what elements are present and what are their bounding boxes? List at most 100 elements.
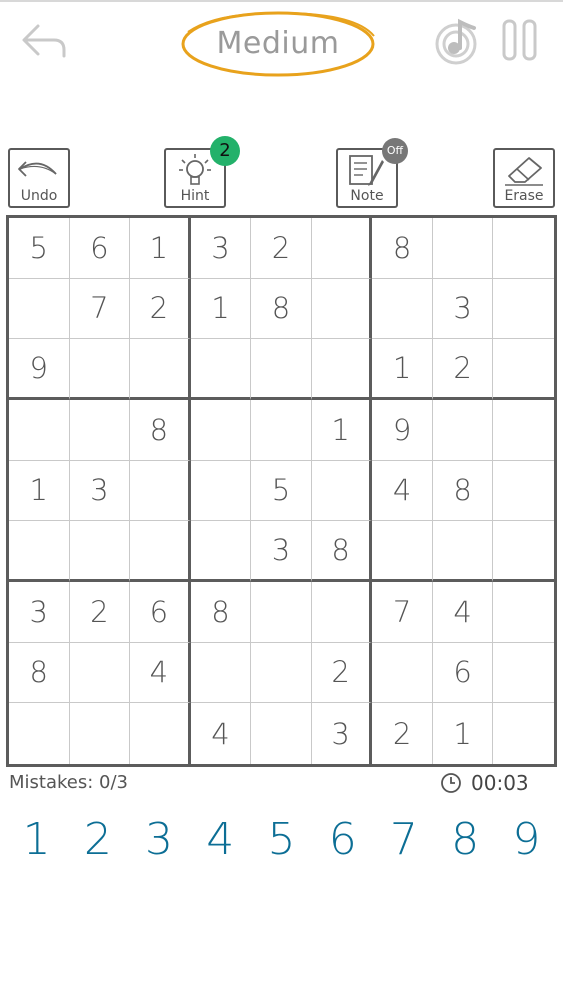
- numpad-key-5[interactable]: 5: [251, 810, 312, 870]
- sudoku-cell[interactable]: [251, 582, 312, 643]
- sudoku-cell[interactable]: 9: [9, 339, 70, 400]
- sudoku-cell[interactable]: 4: [130, 642, 191, 704]
- sudoku-cell[interactable]: 3: [251, 521, 312, 582]
- sudoku-cell[interactable]: 6: [69, 218, 131, 279]
- numpad-key-7[interactable]: 7: [373, 810, 434, 870]
- music-button[interactable]: [434, 16, 482, 66]
- sudoku-cell[interactable]: 2: [69, 582, 131, 643]
- sudoku-cell[interactable]: [311, 278, 373, 340]
- sudoku-cell[interactable]: 8: [311, 521, 373, 582]
- sudoku-cell[interactable]: 8: [432, 460, 494, 522]
- back-button[interactable]: [18, 20, 70, 62]
- sudoku-cell[interactable]: 2: [372, 703, 433, 764]
- sudoku-cell[interactable]: 3: [190, 218, 252, 279]
- sudoku-cell[interactable]: 6: [130, 582, 191, 643]
- note-state-badge: Off: [382, 138, 408, 164]
- numpad-key-6[interactable]: 6: [312, 810, 373, 870]
- sudoku-cell[interactable]: 8: [9, 642, 70, 704]
- sudoku-cell[interactable]: [493, 339, 554, 400]
- sudoku-cell[interactable]: 4: [432, 582, 494, 643]
- sudoku-cell[interactable]: [311, 582, 373, 643]
- sudoku-cell[interactable]: [493, 400, 554, 461]
- sudoku-cell[interactable]: [251, 339, 312, 400]
- sudoku-cell[interactable]: [130, 703, 191, 764]
- sudoku-cell[interactable]: [251, 400, 312, 461]
- sudoku-cell[interactable]: [130, 460, 191, 522]
- sudoku-cell[interactable]: [69, 642, 131, 704]
- sudoku-cell[interactable]: 3: [312, 703, 373, 764]
- sudoku-cell[interactable]: [432, 218, 494, 279]
- numpad-key-4[interactable]: 4: [190, 810, 251, 870]
- numpad-key-8[interactable]: 8: [435, 810, 496, 870]
- sudoku-cell[interactable]: 7: [372, 582, 433, 643]
- sudoku-cell[interactable]: [69, 521, 131, 582]
- hint-count-badge: 2: [210, 136, 240, 166]
- hint-button[interactable]: Hint 2: [164, 136, 240, 208]
- sudoku-cell[interactable]: 3: [69, 460, 131, 522]
- numpad-key-9[interactable]: 9: [496, 810, 557, 870]
- sudoku-cell[interactable]: [493, 582, 554, 643]
- sudoku-cell[interactable]: [493, 643, 554, 704]
- sudoku-cell[interactable]: [190, 460, 252, 522]
- note-button[interactable]: Note Off: [336, 138, 408, 208]
- sudoku-cell[interactable]: [251, 642, 312, 704]
- erase-button[interactable]: Erase: [493, 148, 555, 208]
- sudoku-cell[interactable]: [9, 400, 70, 461]
- sudoku-cell[interactable]: [190, 339, 252, 400]
- sudoku-cell[interactable]: [9, 278, 70, 340]
- sudoku-cell[interactable]: [493, 703, 554, 764]
- sudoku-cell[interactable]: 2: [130, 278, 191, 340]
- sudoku-cell[interactable]: [69, 400, 131, 461]
- sudoku-cell[interactable]: 2: [311, 642, 373, 704]
- sudoku-cell[interactable]: [372, 278, 433, 340]
- sudoku-cell[interactable]: 5: [251, 460, 312, 522]
- sudoku-cell[interactable]: 7: [69, 278, 131, 340]
- sudoku-cell[interactable]: [493, 461, 554, 522]
- sudoku-cell[interactable]: [432, 521, 494, 582]
- sudoku-cell[interactable]: 1: [433, 703, 494, 764]
- sudoku-cell[interactable]: 6: [432, 642, 494, 704]
- sudoku-cell[interactable]: 8: [251, 278, 312, 340]
- numpad-key-2[interactable]: 2: [67, 810, 128, 870]
- sudoku-cell[interactable]: [130, 521, 191, 582]
- sudoku-cell[interactable]: [311, 218, 373, 279]
- sudoku-cell[interactable]: 1: [372, 339, 433, 400]
- sudoku-cell[interactable]: [311, 460, 373, 522]
- sudoku-cell[interactable]: [432, 400, 494, 461]
- sudoku-cell[interactable]: [69, 339, 131, 400]
- sudoku-cell[interactable]: 4: [372, 460, 433, 522]
- sudoku-cell[interactable]: [9, 521, 70, 582]
- sudoku-cell[interactable]: 4: [191, 703, 252, 764]
- sudoku-cell[interactable]: [493, 218, 554, 279]
- sudoku-cell[interactable]: 1: [311, 400, 373, 461]
- sudoku-cell[interactable]: 9: [372, 400, 433, 461]
- sudoku-cell[interactable]: [251, 703, 312, 764]
- sudoku-cell[interactable]: [190, 400, 252, 461]
- sudoku-cell[interactable]: 5: [9, 218, 70, 279]
- sudoku-cell[interactable]: 2: [432, 339, 494, 400]
- sudoku-cell[interactable]: [190, 521, 252, 582]
- sudoku-cell[interactable]: 3: [9, 582, 70, 643]
- sudoku-cell[interactable]: [311, 339, 373, 400]
- sudoku-cell[interactable]: 8: [130, 400, 191, 461]
- sudoku-cell[interactable]: 1: [190, 278, 252, 340]
- sudoku-cell[interactable]: [9, 703, 70, 764]
- numpad-key-1[interactable]: 1: [6, 810, 67, 870]
- undo-button[interactable]: Undo: [8, 148, 70, 208]
- sudoku-cell[interactable]: 8: [372, 218, 433, 279]
- sudoku-cell[interactable]: 1: [9, 460, 70, 522]
- sudoku-cell[interactable]: 2: [251, 218, 312, 279]
- sudoku-cell[interactable]: [372, 521, 433, 582]
- pause-button[interactable]: [500, 18, 540, 62]
- sudoku-cell[interactable]: 3: [432, 278, 494, 340]
- sudoku-cell[interactable]: [190, 642, 252, 704]
- mistakes-counter: Mistakes: 0/3: [9, 772, 128, 793]
- sudoku-cell[interactable]: [130, 339, 191, 400]
- sudoku-cell[interactable]: 1: [130, 218, 191, 279]
- numpad-key-3[interactable]: 3: [128, 810, 189, 870]
- sudoku-cell[interactable]: [493, 521, 554, 582]
- sudoku-cell[interactable]: [493, 279, 554, 340]
- sudoku-cell[interactable]: 8: [190, 582, 252, 643]
- sudoku-cell[interactable]: [372, 642, 433, 704]
- sudoku-cell[interactable]: [70, 703, 131, 764]
